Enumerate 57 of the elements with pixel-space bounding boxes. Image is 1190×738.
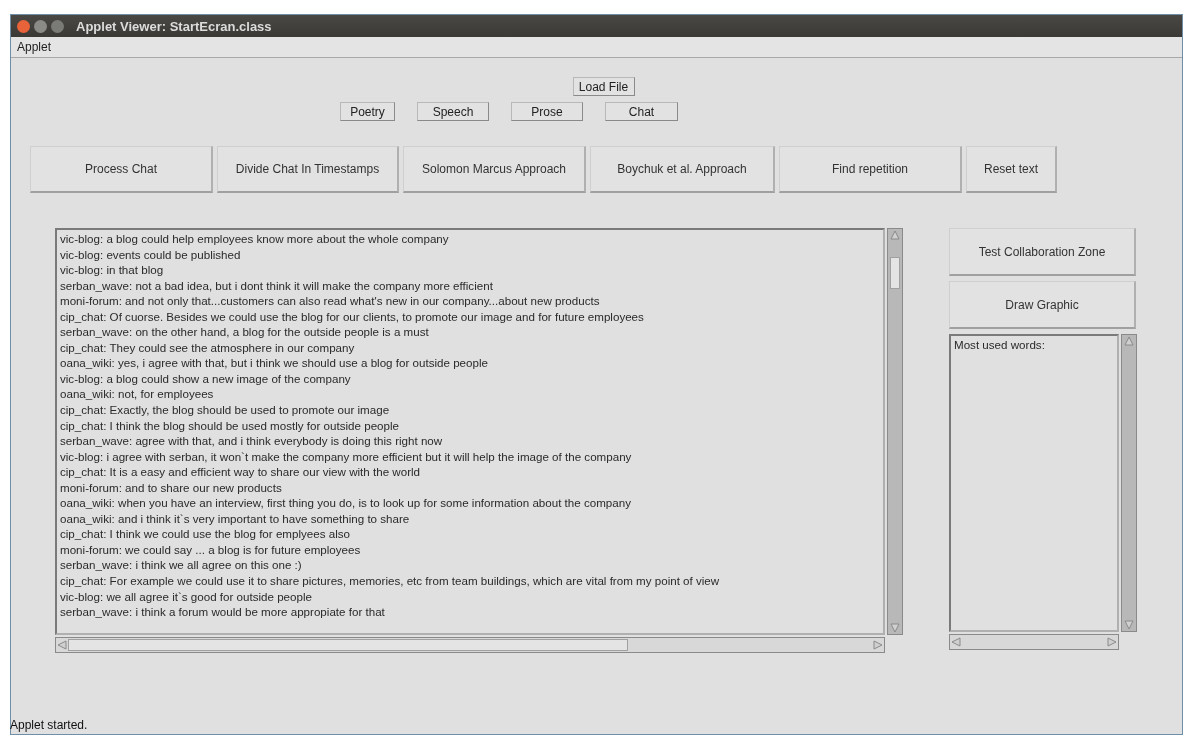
scroll-thumb[interactable]: [68, 639, 628, 651]
chat-line: vic-blog: a blog could show a new image of the company: [60, 370, 352, 387]
chat-line: moni-forum: and not only that...customers can also read what's new in our company...about new products: [60, 293, 601, 309]
text-area[interactable]: Most used words:: [949, 334, 1119, 632]
chat-line: vic-blog: we all agree it`s good for outside people: [60, 588, 313, 605]
chat-line: serban_wave: i think we all agree on this one :): [60, 557, 303, 574]
text-area[interactable]: [55, 228, 885, 635]
chat-line: cip_chat: It is a easy and efficient way to share our view with the world: [60, 464, 422, 480]
scroll-thumb[interactable]: [890, 257, 900, 289]
action-button[interactable]: Boychuk et al. Approach: [590, 146, 775, 193]
chat-line: cip_chat: Of cuorse. Besides we could use the blog for our clients, to promote our image and for future employees: [60, 308, 645, 325]
arrow-icon[interactable]: [57, 640, 67, 650]
menu-item[interactable]: Applet: [15, 40, 54, 54]
genre-button[interactable]: Prose: [511, 102, 583, 121]
chat-line: vic-blog: a blog could help employees know more about the whole company: [60, 231, 450, 247]
chat-line: cip_chat: Exactly, the blog should be used to promote our image: [60, 402, 391, 418]
arrow-icon[interactable]: [890, 230, 900, 240]
horizontal-scrollbar[interactable]: [949, 634, 1119, 650]
chat-line: vic-blog: i agree with serban, it won`t make the company more efficient but it will help the image of the company: [60, 448, 633, 465]
action-button[interactable]: Solomon Marcus Approach: [403, 146, 586, 193]
side-button[interactable]: Test Collaboration Zone: [949, 228, 1136, 276]
genre-button[interactable]: Chat: [605, 102, 678, 121]
chat-line: vic-blog: events could be published: [60, 246, 242, 263]
chat-line: oana_wiki: yes, i agree with that, but i think we should use a blog for outside people: [60, 355, 489, 371]
maximize-icon[interactable]: [51, 19, 64, 33]
chat-line: oana_wiki: and i think it`s very important to have something to share: [60, 510, 411, 527]
arrow-icon[interactable]: [951, 637, 961, 647]
chat-line: serban_wave: i think a forum would be more appropiate for that: [60, 604, 386, 620]
vertical-scrollbar[interactable]: [1121, 334, 1137, 632]
side-button[interactable]: Draw Graphic: [949, 281, 1136, 329]
chat-line: moni-forum: and to share our new products: [60, 479, 283, 496]
close-icon[interactable]: [17, 19, 30, 33]
chat-line: cip_chat: I think we could use the blog for emplyees also: [60, 526, 351, 542]
chat-line: serban_wave: on the other hand, a blog for the outside people is a must: [60, 324, 430, 340]
words-label: Most used words:: [954, 337, 1046, 353]
action-button[interactable]: Find repetition: [779, 146, 962, 193]
horizontal-scrollbar[interactable]: [55, 637, 885, 653]
action-button[interactable]: Process Chat: [30, 146, 213, 193]
chat-line: cip_chat: For example we could use it to share pictures, memories, etc from team buildings, which are vital from my point of view: [60, 573, 721, 589]
chat-line: serban_wave: not a bad idea, but i dont think it will make the company more efficient: [60, 277, 494, 294]
status-text: Applet started.: [10, 718, 88, 732]
chat-line: oana_wiki: when you have an interview, first thing you do, is to look up for some information about the company: [60, 495, 632, 511]
action-button[interactable]: Reset text: [966, 146, 1057, 193]
arrow-icon[interactable]: [1124, 336, 1134, 346]
window-title: Applet Viewer: StartEcran.class: [76, 18, 272, 34]
action-button[interactable]: Divide Chat In Timestamps: [217, 146, 399, 193]
chat-line: cip_chat: They could see the atmosphere in our company: [60, 339, 356, 356]
chat-line: moni-forum: we could say ... a blog is for future employees: [60, 541, 362, 558]
chat-line: oana_wiki: not, for employees: [60, 386, 215, 402]
chat-line: cip_chat: I think the blog should be used mostly for outside people: [60, 417, 400, 434]
chat-line: serban_wave: agree with that, and i think everybody is doing this right now: [60, 433, 444, 449]
load-file-button[interactable]: Load File: [572, 77, 635, 96]
genre-button[interactable]: Poetry: [340, 102, 395, 121]
vertical-scrollbar[interactable]: [887, 228, 903, 635]
genre-button[interactable]: Speech: [417, 102, 489, 121]
minimize-icon[interactable]: [34, 19, 47, 33]
chat-line: vic-blog: in that blog: [60, 262, 165, 278]
